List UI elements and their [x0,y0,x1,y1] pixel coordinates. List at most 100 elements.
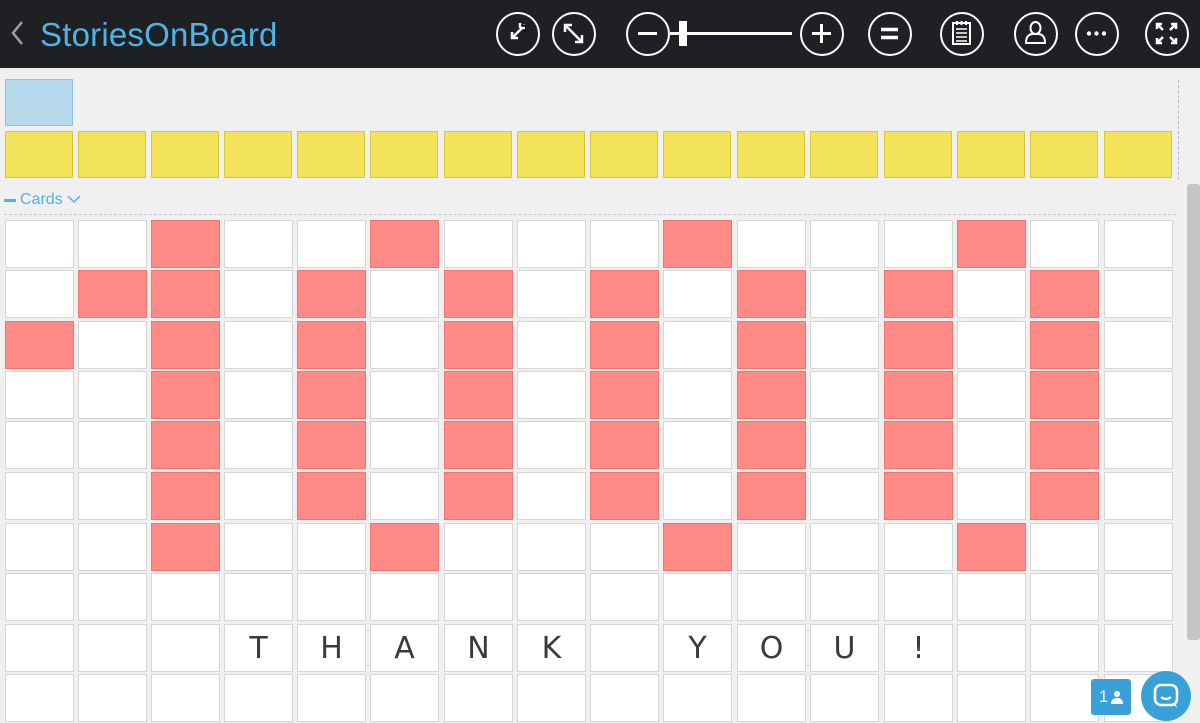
story-card[interactable] [1104,371,1173,419]
zoom-slider-handle[interactable] [679,21,687,46]
story-card[interactable] [810,472,879,520]
story-card-highlighted[interactable] [444,270,513,318]
story-card[interactable] [1030,220,1099,268]
story-card[interactable] [957,472,1026,520]
story-card[interactable] [1030,573,1099,621]
story-card[interactable] [1104,321,1173,369]
story-card-highlighted[interactable] [297,270,366,318]
story-card-highlighted[interactable] [151,371,220,419]
story-card-highlighted[interactable] [444,472,513,520]
story-card-highlighted[interactable] [370,523,439,571]
story-card-highlighted[interactable] [151,321,220,369]
online-users-badge[interactable]: 1 [1091,679,1131,715]
story-card[interactable] [78,371,147,419]
story-card[interactable] [5,523,74,571]
vertical-scrollbar[interactable] [1187,184,1200,640]
story-card[interactable] [78,573,147,621]
story-card[interactable] [370,421,439,469]
story-card-highlighted[interactable] [297,421,366,469]
feature-card[interactable] [1030,131,1098,178]
story-card[interactable] [517,472,586,520]
story-card[interactable] [1030,624,1099,672]
story-card[interactable] [517,523,586,571]
story-card-highlighted[interactable] [590,472,659,520]
story-card-highlighted[interactable] [5,321,74,369]
story-card[interactable] [1030,523,1099,571]
story-card[interactable]: T [224,624,293,672]
story-card[interactable] [957,270,1026,318]
story-card[interactable] [663,270,732,318]
story-card[interactable] [663,421,732,469]
story-card-highlighted[interactable] [663,220,732,268]
story-card[interactable] [5,624,74,672]
story-card[interactable] [224,472,293,520]
release-label[interactable]: Cards [20,190,63,210]
story-card[interactable]: Y [663,624,732,672]
story-card[interactable] [5,270,74,318]
story-card-highlighted[interactable] [151,270,220,318]
story-card-highlighted[interactable] [737,321,806,369]
user-profile-button[interactable] [1014,12,1058,56]
story-card[interactable] [737,220,806,268]
story-card[interactable] [151,674,220,722]
story-card[interactable]: H [297,624,366,672]
story-card[interactable] [957,371,1026,419]
feature-card[interactable] [5,131,73,178]
story-card[interactable] [224,523,293,571]
story-card[interactable] [663,321,732,369]
story-card[interactable] [297,573,366,621]
story-card[interactable] [884,523,953,571]
story-card[interactable] [517,371,586,419]
story-card[interactable] [78,624,147,672]
story-card-highlighted[interactable] [884,421,953,469]
story-card[interactable] [663,573,732,621]
zoom-slider-track[interactable] [670,32,792,35]
story-card-highlighted[interactable] [151,523,220,571]
story-card[interactable] [517,674,586,722]
fullscreen-button[interactable] [1145,12,1189,56]
story-card-highlighted[interactable] [590,270,659,318]
story-card-highlighted[interactable] [151,472,220,520]
story-card[interactable] [444,523,513,571]
story-card[interactable] [224,421,293,469]
story-card[interactable] [590,220,659,268]
story-card-highlighted[interactable] [737,371,806,419]
story-card[interactable] [1104,270,1173,318]
story-card-highlighted[interactable] [297,321,366,369]
story-card[interactable] [663,472,732,520]
story-card[interactable] [957,321,1026,369]
chat-button[interactable] [1141,671,1191,721]
story-card[interactable] [1104,573,1173,621]
story-card-highlighted[interactable] [663,523,732,571]
story-card-highlighted[interactable] [737,421,806,469]
story-card-highlighted[interactable] [957,523,1026,571]
story-card-highlighted[interactable] [78,270,147,318]
story-card-highlighted[interactable] [590,371,659,419]
expand-button[interactable] [552,12,596,56]
zoom-out-button[interactable] [626,12,670,56]
story-card[interactable] [810,523,879,571]
story-card[interactable] [5,573,74,621]
story-card[interactable] [1104,421,1173,469]
story-card[interactable] [517,270,586,318]
story-card[interactable] [224,573,293,621]
story-card-highlighted[interactable] [297,371,366,419]
feature-card[interactable] [810,131,878,178]
story-card[interactable] [78,321,147,369]
story-card-highlighted[interactable] [151,220,220,268]
story-card[interactable] [151,624,220,672]
story-card[interactable] [444,573,513,621]
story-card[interactable] [1104,472,1173,520]
story-card[interactable] [78,220,147,268]
story-card-highlighted[interactable] [884,321,953,369]
story-card[interactable] [5,421,74,469]
story-card[interactable] [1030,674,1099,722]
story-card[interactable]: K [517,624,586,672]
story-card-highlighted[interactable] [737,270,806,318]
story-card-highlighted[interactable] [884,270,953,318]
story-card[interactable] [370,472,439,520]
story-card-highlighted[interactable] [590,421,659,469]
collapse-release-toggle[interactable] [4,199,16,202]
chevron-down-icon[interactable] [66,193,82,205]
story-card[interactable] [5,371,74,419]
